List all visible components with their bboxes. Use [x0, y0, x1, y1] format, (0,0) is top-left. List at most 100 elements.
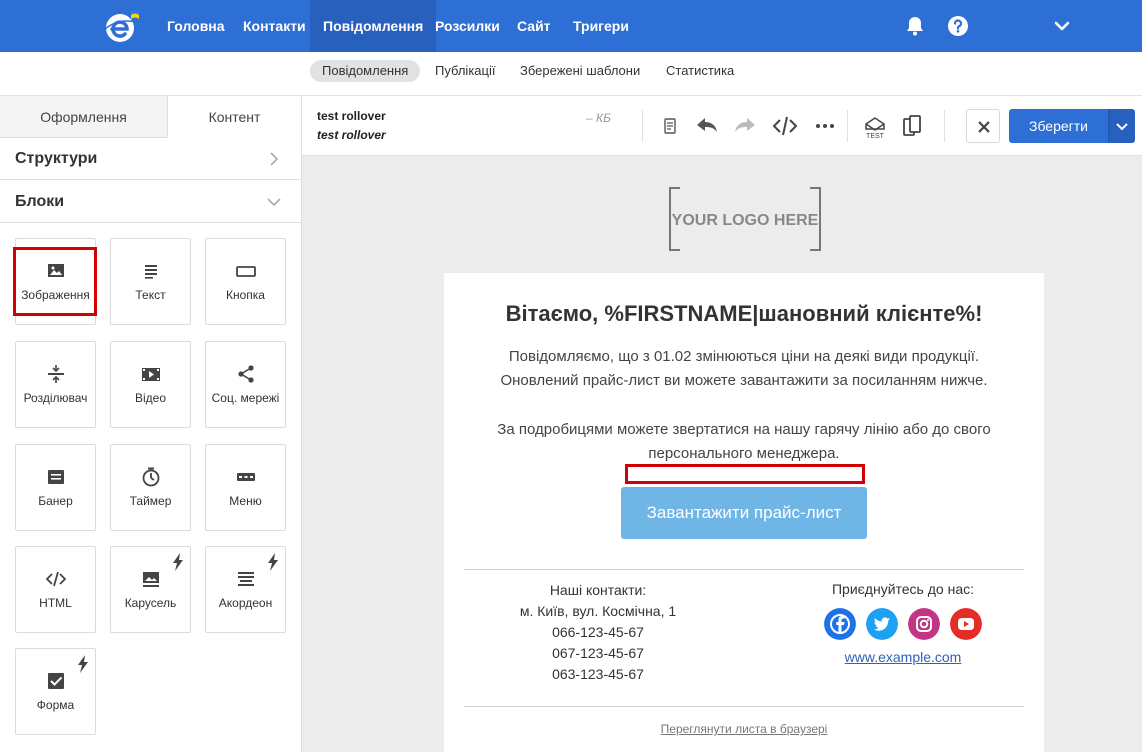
flash-icon: [268, 553, 278, 571]
help-icon[interactable]: [946, 14, 970, 38]
logo-placeholder[interactable]: YOUR LOGO HERE: [668, 186, 822, 252]
carousel-icon: [143, 572, 159, 587]
email-paragraph-line[interactable]: Повідомляємо, що з 01.02 змінюються ціни…: [444, 345, 1044, 369]
block-html[interactable]: HTML: [15, 546, 96, 633]
twitter-icon[interactable]: [866, 608, 898, 640]
email-heading[interactable]: Вітаємо, %FIRSTNAME|шановний клієнте%!: [444, 301, 1044, 327]
form-icon: [48, 673, 64, 689]
block-menu[interactable]: Меню: [205, 444, 286, 531]
editor-canvas: YOUR LOGO HERE Вітаємо, %FIRSTNAME|шанов…: [302, 156, 1142, 752]
nav-campaigns[interactable]: Розсилки: [422, 0, 513, 52]
bell-icon[interactable]: [903, 14, 927, 38]
close-button[interactable]: [966, 109, 1000, 143]
contacts-phone[interactable]: 066-123-45-67: [464, 622, 732, 643]
block-text[interactable]: Текст: [110, 238, 191, 325]
button-icon: [236, 266, 256, 277]
block-divider[interactable]: Розділювач: [15, 341, 96, 428]
section-structures-label: Структури: [15, 150, 98, 167]
section-blocks-label: Блоки: [15, 193, 65, 210]
block-button[interactable]: Кнопка: [205, 238, 286, 325]
toolbar-separator: [847, 110, 848, 142]
facebook-icon[interactable]: [824, 608, 856, 640]
code-icon[interactable]: [772, 113, 798, 139]
youtube-icon[interactable]: [950, 608, 982, 640]
more-icon[interactable]: [812, 113, 838, 139]
block-label: Таймер: [129, 494, 172, 508]
left-panel: Оформлення Контент Структури Блоки Зобра…: [0, 96, 302, 752]
image-block-highlight: [13, 247, 97, 316]
nav-messages[interactable]: Повідомлення: [310, 0, 437, 52]
divider-icon: [48, 365, 64, 383]
nav-home[interactable]: Головна: [154, 0, 238, 52]
email-paragraph-line[interactable]: Оновлений прайс-лист ви можете завантажи…: [444, 369, 1044, 393]
timer-icon: [142, 467, 160, 487]
block-label: Текст: [135, 288, 166, 302]
website-link[interactable]: www.example.com: [789, 649, 1017, 665]
preheader-icon[interactable]: [657, 113, 683, 139]
tab-content[interactable]: Контент: [168, 96, 301, 138]
contacts-address[interactable]: м. Київ, вул. Космічна, 1: [464, 601, 732, 622]
top-navigation: Головна Контакти Повідомлення Розсилки С…: [0, 0, 1142, 52]
editor-toolbar: test rollover test rollover – КБ TEST Зб…: [302, 96, 1142, 156]
test-icon[interactable]: TEST: [862, 113, 888, 139]
code-icon: [46, 571, 66, 587]
block-label: Акордеон: [218, 596, 273, 610]
divider: [464, 569, 1024, 570]
message-subtitle[interactable]: test rollover: [317, 128, 386, 142]
sub-navigation: Повідомлення Публікації Збережені шаблон…: [0, 52, 1142, 96]
email-paragraph-line[interactable]: персонального менеджера.: [444, 442, 1044, 466]
menu-icon: [237, 473, 255, 481]
message-title[interactable]: test rollover: [317, 109, 386, 123]
undo-icon[interactable]: [694, 113, 720, 139]
block-banner[interactable]: Банер: [15, 444, 96, 531]
subnav-saved-templates[interactable]: Збережені шаблони: [508, 60, 652, 82]
video-icon: [142, 368, 160, 381]
save-options-button[interactable]: [1108, 109, 1135, 143]
block-label: Кнопка: [226, 288, 265, 302]
esputnik-logo-icon[interactable]: [104, 8, 140, 44]
subnav-publications[interactable]: Публікації: [423, 60, 507, 82]
chevron-down-icon: [1116, 123, 1128, 131]
join-us-title[interactable]: Приєднуйтесь до нас:: [769, 579, 1037, 600]
section-structures[interactable]: Структури: [0, 138, 301, 180]
flash-icon: [173, 553, 183, 571]
nav-contacts[interactable]: Контакти: [230, 0, 319, 52]
block-label: Карусель: [124, 596, 177, 610]
tab-design[interactable]: Оформлення: [0, 96, 168, 138]
email-paragraph-line[interactable]: За подробицями можете звертатися на нашу…: [444, 418, 1044, 442]
message-size: – КБ: [586, 111, 611, 125]
text-icon: [145, 265, 157, 279]
block-label: Банер: [38, 494, 73, 508]
share-icon: [238, 365, 254, 383]
view-in-browser-link[interactable]: Переглянути листа в браузері: [444, 722, 1044, 736]
copy-icon[interactable]: [900, 113, 926, 139]
contacts-phone[interactable]: 063-123-45-67: [464, 664, 732, 685]
block-social[interactable]: Соц. мережі: [205, 341, 286, 428]
block-label: Розділювач: [23, 391, 88, 405]
block-label: HTML: [39, 596, 72, 610]
divider: [464, 706, 1024, 707]
block-label: Соц. мережі: [211, 391, 280, 405]
save-button[interactable]: Зберегти: [1009, 109, 1108, 143]
block-accordion[interactable]: Акордеон: [205, 546, 286, 633]
subnav-statistics[interactable]: Статистика: [654, 60, 746, 82]
contacts-phone[interactable]: 067-123-45-67: [464, 643, 732, 664]
block-carousel[interactable]: Карусель: [110, 546, 191, 633]
subnav-messages[interactable]: Повідомлення: [310, 60, 421, 82]
block-timer[interactable]: Таймер: [110, 444, 191, 531]
nav-site[interactable]: Сайт: [504, 0, 564, 52]
block-form[interactable]: Форма: [15, 648, 96, 735]
banner-icon: [48, 470, 64, 484]
nav-triggers[interactable]: Тригери: [560, 0, 642, 52]
download-pricelist-button[interactable]: Завантажити прайс-лист: [621, 487, 867, 539]
toolbar-separator: [642, 110, 643, 142]
redo-icon[interactable]: [732, 113, 758, 139]
contacts-title[interactable]: Наші контакти:: [464, 580, 732, 601]
chevron-down-icon[interactable]: [1050, 14, 1074, 38]
instagram-icon[interactable]: [908, 608, 940, 640]
block-label: Форма: [36, 698, 75, 712]
block-video[interactable]: Відео: [110, 341, 191, 428]
close-icon: [978, 121, 990, 133]
section-blocks[interactable]: Блоки: [0, 181, 301, 223]
block-label: Відео: [134, 391, 167, 405]
